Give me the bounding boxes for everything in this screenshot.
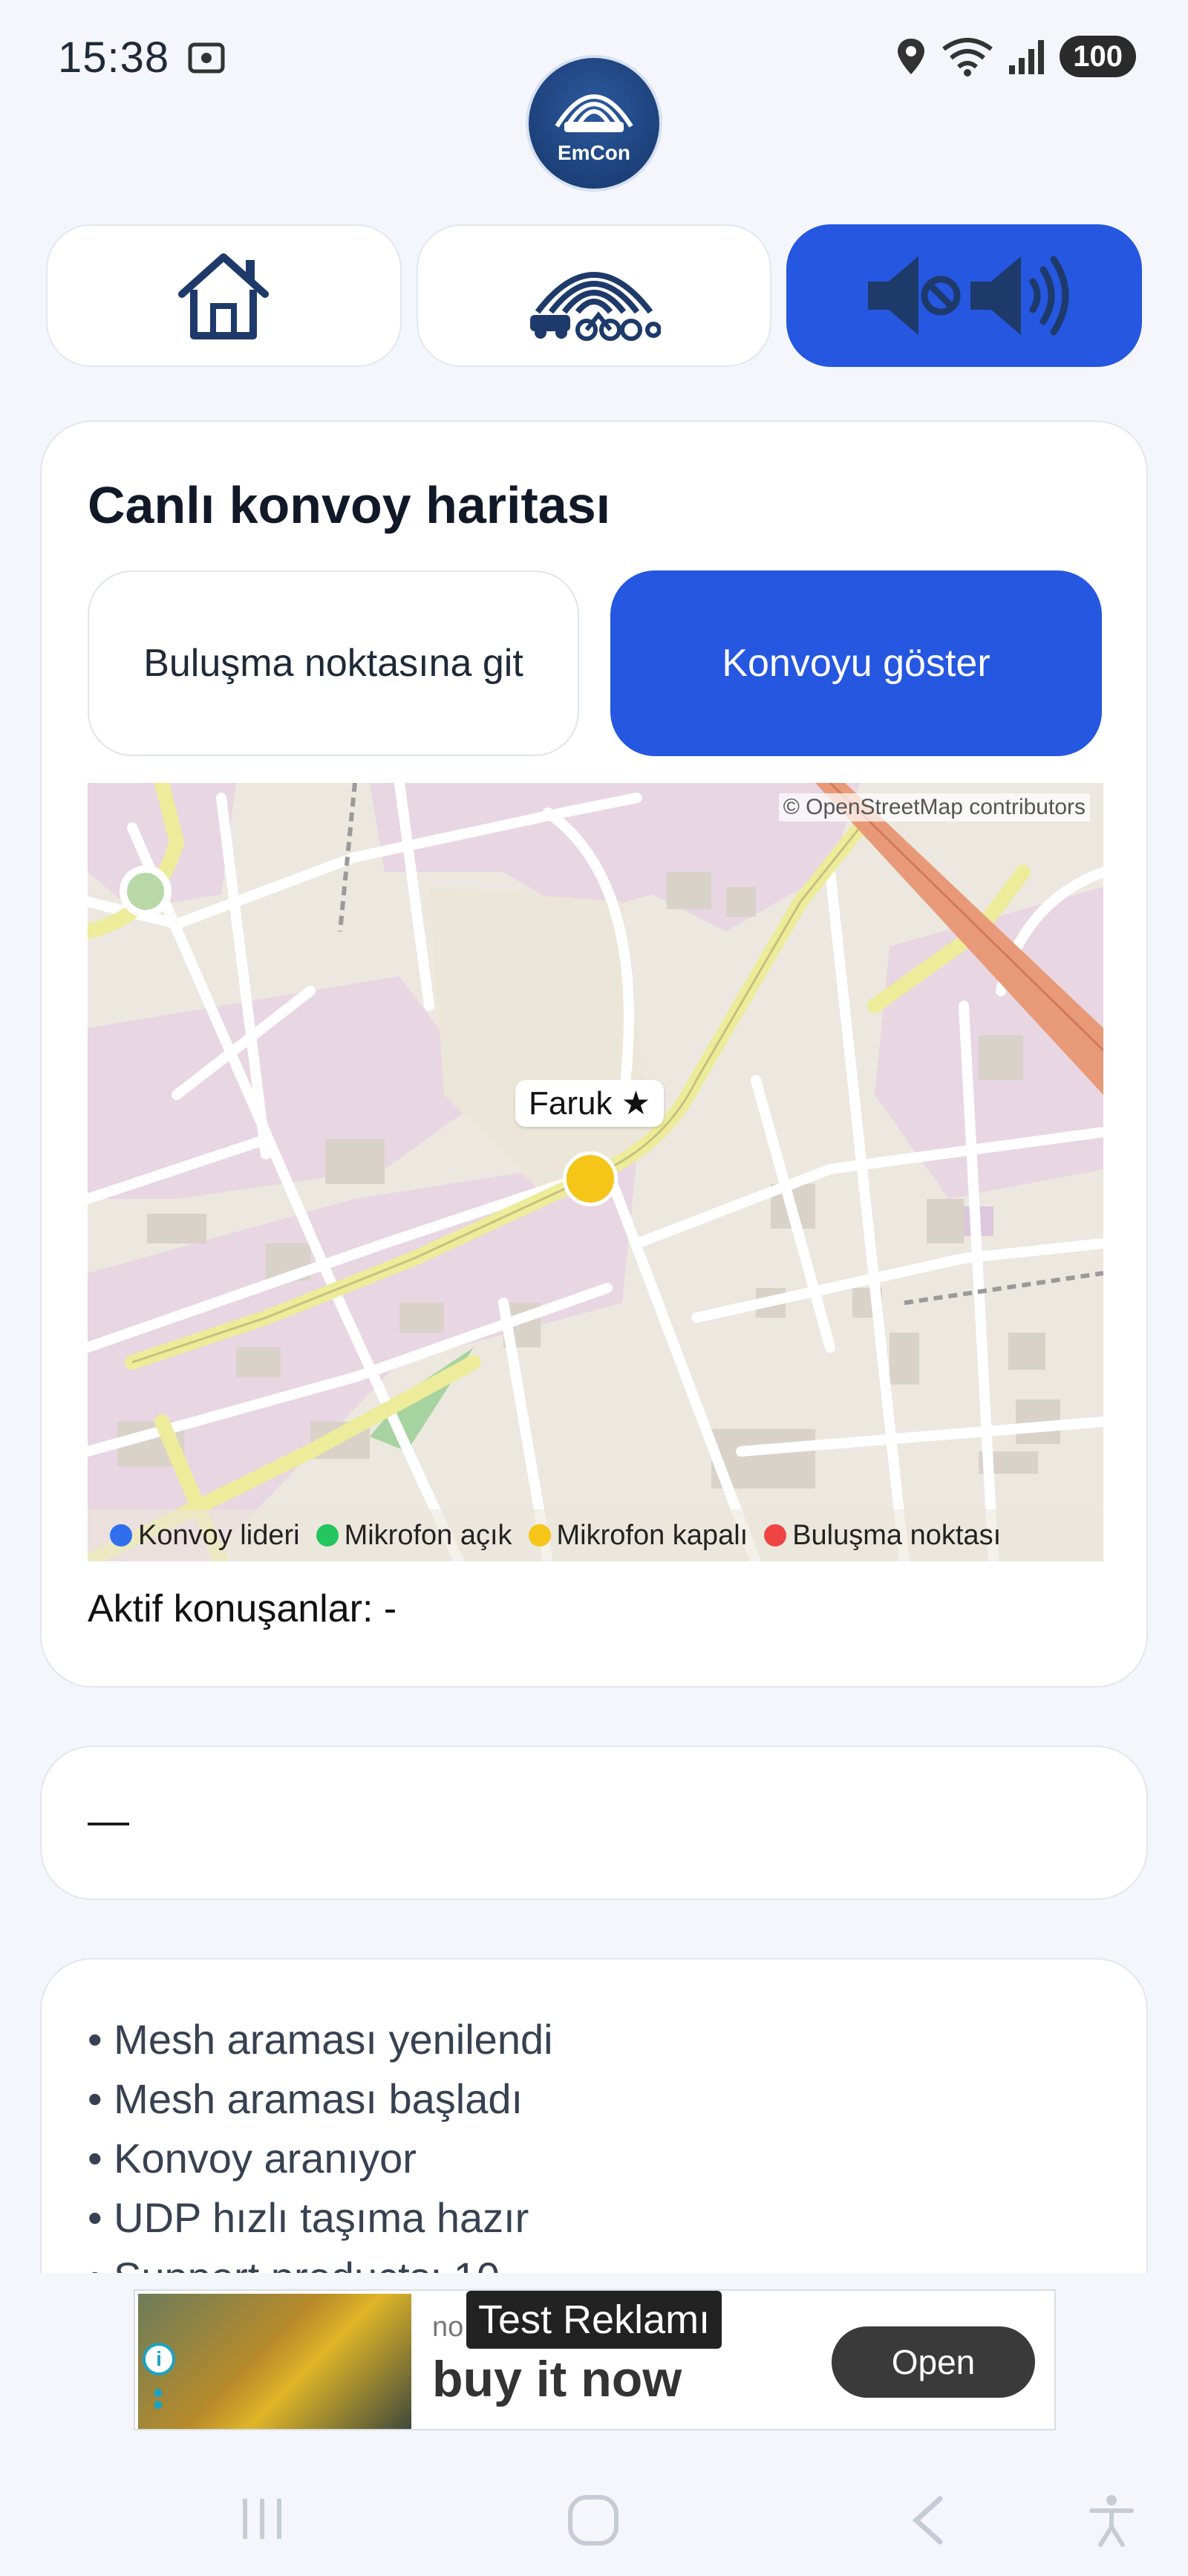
status-icons: 100 <box>895 36 1136 77</box>
tab-home[interactable] <box>46 224 402 367</box>
convoy-map[interactable]: © OpenStreetMap contributors Faruk ★ Kon… <box>88 783 1103 1561</box>
legend-item-mic-off: Mikrofon kapalı <box>528 1519 748 1552</box>
speaker-mute-toggle-icon <box>867 256 1069 336</box>
ad-menu-icon[interactable]: • • <box>153 2378 163 2420</box>
wifi-icon <box>942 38 993 77</box>
legend-label: Mikrofon kapalı <box>556 1519 748 1551</box>
ad-image <box>138 2294 411 2429</box>
recent-apps-icon[interactable] <box>238 2493 287 2545</box>
status-card: — <box>40 1746 1148 1900</box>
legend-dot <box>110 1524 132 1546</box>
legend-label: Buluşma noktası <box>792 1519 1002 1551</box>
ad-info-icon[interactable]: i <box>143 2343 175 2375</box>
log-item: • Mesh araması başladı <box>88 2075 523 2122</box>
log-list: • Mesh araması yenilendi • Mesh araması … <box>88 2010 553 2307</box>
convoy-member-marker[interactable] <box>563 1151 618 1206</box>
live-convoy-map-card: Canlı konvoy haritası Buluşma noktasına … <box>40 420 1148 1688</box>
battery-indicator: 100 <box>1060 36 1136 77</box>
map-legend: Konvoy lideri Mikrofon açık Mikrofon kap… <box>88 1509 1103 1561</box>
convoy-radar-icon <box>555 94 633 132</box>
log-item: • UDP hızlı taşıma hazır <box>88 2194 529 2241</box>
legend-item-meeting-point: Buluşma noktası <box>764 1520 1001 1552</box>
tab-convoy[interactable] <box>416 224 772 367</box>
log-item: • Konvoy aranıyor <box>88 2135 417 2182</box>
legend-label: Mikrofon açık <box>344 1519 512 1551</box>
legend-dot <box>764 1524 787 1546</box>
map-card-title: Canlı konvoy haritası <box>88 476 611 534</box>
home-icon <box>178 253 270 339</box>
top-tabs <box>46 224 1143 367</box>
signal-icon <box>1009 40 1045 74</box>
convoy-radar-icon <box>530 272 661 341</box>
go-to-meeting-point-button[interactable]: Buluşma noktasına git <box>88 570 579 756</box>
screen-record-icon <box>188 42 225 74</box>
show-convoy-button[interactable]: Konvoyu göster <box>610 570 1102 756</box>
legend-item-leader: Konvoy lideri <box>110 1520 300 1552</box>
test-ad-badge: Test Reklamı <box>466 2291 722 2349</box>
ad-banner[interactable]: i • • no Test Reklamı buy it now Open <box>134 2289 1056 2430</box>
system-nav-bar <box>0 2466 1188 2576</box>
ad-prefix: no <box>432 2312 464 2343</box>
legend-dot <box>316 1524 339 1546</box>
legend-label: Konvoy lideri <box>138 1519 300 1551</box>
active-speakers-text: Aktif konuşanlar: - <box>88 1587 397 1630</box>
accessibility-icon[interactable] <box>1086 2493 1138 2548</box>
app-logo-text: EmCon <box>558 141 630 164</box>
convoy-member-label: Faruk ★ <box>515 1080 665 1127</box>
location-icon <box>898 39 925 74</box>
ad-headline: buy it now <box>432 2351 682 2407</box>
app-logo: EmCon <box>526 55 662 192</box>
status-text: — <box>88 1797 129 1844</box>
status-time: 15:38 <box>58 33 170 82</box>
ad-open-button[interactable]: Open <box>832 2326 1035 2398</box>
legend-item-mic-on: Mikrofon açık <box>316 1520 512 1552</box>
home-nav-icon[interactable] <box>566 2493 621 2548</box>
legend-dot <box>528 1524 551 1546</box>
log-item: • Mesh araması yenilendi <box>88 2016 553 2063</box>
back-icon[interactable] <box>906 2493 950 2548</box>
tab-audio[interactable] <box>786 224 1143 367</box>
map-attribution: © OpenStreetMap contributors <box>778 793 1090 822</box>
